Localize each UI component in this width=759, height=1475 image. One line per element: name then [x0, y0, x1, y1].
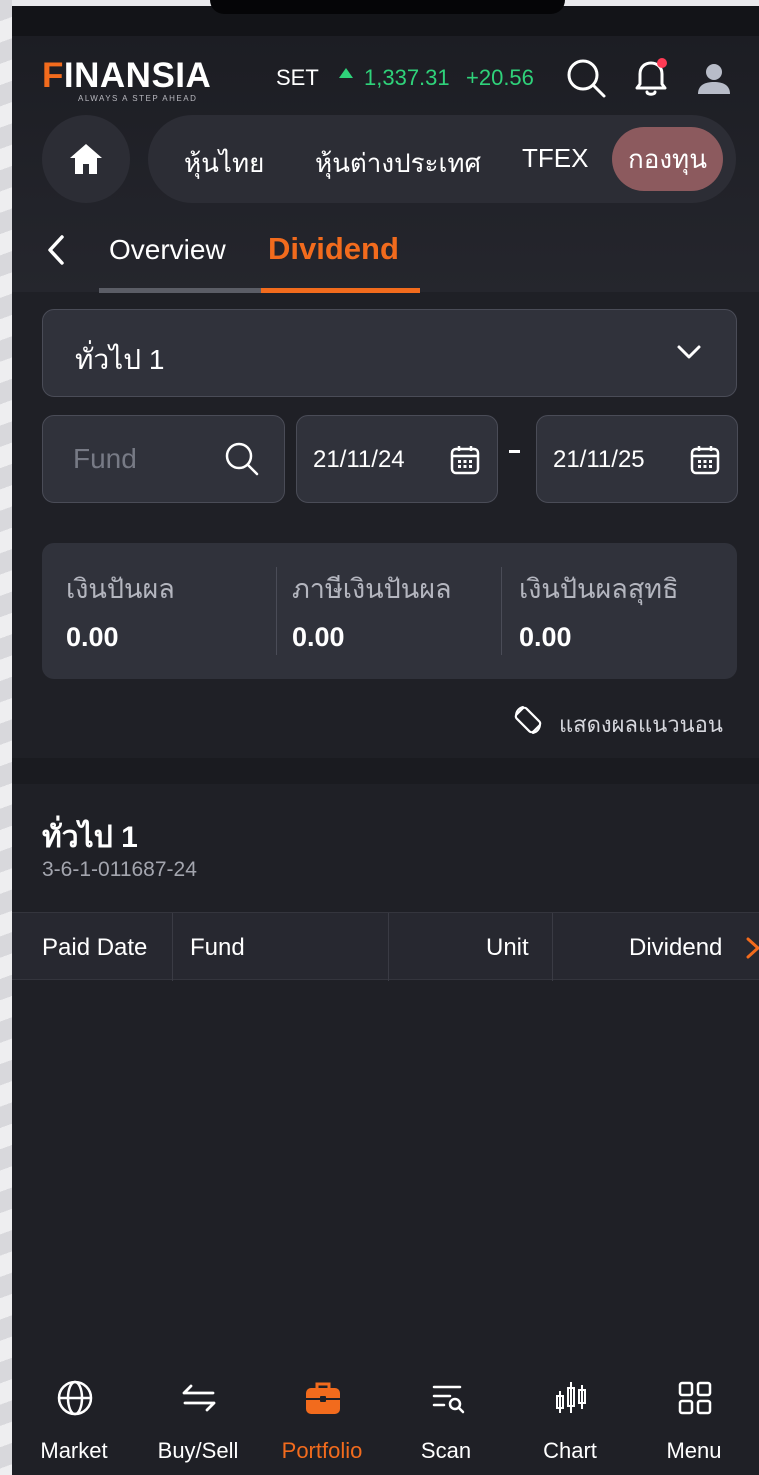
- bottom-nav-label: Buy/Sell: [157, 1438, 239, 1463]
- bottom-nav-market[interactable]: Market: [12, 1371, 136, 1475]
- summary-label: เงินปันผลสุทธิ: [519, 574, 679, 604]
- column-paid-date[interactable]: Paid Date: [42, 934, 147, 962]
- search-icon[interactable]: [564, 56, 608, 100]
- summary-net-dividend: เงินปันผลสุทธิ 0.00: [519, 567, 679, 653]
- globe-icon: [57, 1380, 93, 1416]
- account-dropdown[interactable]: ทั่วไป 1: [42, 309, 737, 397]
- nav-foreign-stocks[interactable]: หุ้นต่างประเทศ: [315, 143, 481, 184]
- summary-divider: [276, 567, 277, 655]
- date-from-value: 21/11/24: [313, 446, 405, 473]
- account-number: 3-6-1-011687-24: [42, 858, 197, 881]
- market-nav: หุ้นไทย หุ้นต่างประเทศ TFEX กองทุน: [148, 115, 736, 203]
- summary-value: 0.00: [519, 622, 572, 652]
- summary-dividend: เงินปันผล 0.00: [66, 567, 175, 653]
- bottom-nav-label: Chart: [543, 1438, 597, 1463]
- summary-label: ภาษีเงินปันผล: [292, 574, 452, 604]
- grid-icon: [678, 1381, 712, 1415]
- ticker-up-arrow-icon: [339, 68, 353, 78]
- bell-icon[interactable]: [629, 56, 673, 100]
- column-fund[interactable]: Fund: [190, 934, 245, 962]
- date-to-value: 21/11/25: [553, 446, 645, 473]
- bottom-nav-label: Scan: [420, 1438, 472, 1463]
- tab-overview[interactable]: Overview: [109, 234, 226, 266]
- bottom-nav-chart[interactable]: Chart: [508, 1371, 632, 1475]
- nav-thai-stocks[interactable]: หุ้นไทย: [184, 143, 264, 184]
- tab-underline-inactive: [99, 288, 261, 293]
- home-button[interactable]: [42, 115, 130, 203]
- nav-tfex[interactable]: TFEX: [522, 143, 588, 174]
- summary-dividend-tax: ภาษีเงินปันผล 0.00: [292, 567, 452, 653]
- bottom-nav-buysell[interactable]: Buy/Sell: [136, 1371, 260, 1475]
- chevron-down-icon: [677, 345, 701, 359]
- user-icon[interactable]: [692, 56, 736, 100]
- device-notch: [210, 0, 565, 14]
- back-arrow-icon[interactable]: [42, 232, 70, 268]
- calendar-icon: [690, 446, 720, 475]
- bottom-nav-menu[interactable]: Menu: [632, 1371, 756, 1475]
- summary-label: เงินปันผล: [66, 574, 175, 604]
- fund-search-box: [42, 415, 285, 503]
- rotate-screen-icon: [514, 706, 542, 734]
- background-pattern: [0, 0, 12, 1475]
- landscape-view-label: แสดงผลแนวนอน: [559, 712, 723, 737]
- bottom-nav-scan[interactable]: Scan: [384, 1371, 508, 1475]
- tab-dividend[interactable]: Dividend: [268, 231, 399, 267]
- finansia-logo: FINANSIA ALWAYS A STEP AHEAD: [42, 56, 247, 106]
- summary-value: 0.00: [66, 622, 119, 652]
- date-from-field[interactable]: 21/11/24: [296, 415, 498, 503]
- dividend-summary-card: เงินปันผล 0.00 ภาษีเงินปันผล 0.00 เงินปั…: [42, 543, 737, 679]
- nav-funds[interactable]: กองทุน: [612, 127, 723, 191]
- column-unit[interactable]: Unit: [486, 934, 529, 962]
- search-icon[interactable]: [223, 440, 261, 478]
- bottom-nav-label: Portfolio: [281, 1438, 363, 1463]
- logo-text: FINANSIA: [42, 56, 211, 96]
- briefcase-icon: [306, 1382, 340, 1414]
- dividend-table-header: Paid Date Fund Unit Dividend: [12, 912, 759, 981]
- header: FINANSIA ALWAYS A STEP AHEAD SET 1,337.3…: [12, 6, 759, 293]
- summary-divider: [501, 567, 502, 655]
- account-name: ทั่วไป 1: [42, 821, 138, 854]
- date-range-separator: [509, 450, 520, 453]
- ticker-change: +20.56: [466, 65, 534, 90]
- logo-rest: INANSIA: [63, 56, 212, 95]
- calendar-icon: [450, 446, 480, 475]
- ticker-label: SET: [276, 65, 319, 90]
- column-divider: [172, 913, 173, 981]
- notification-dot: [657, 58, 667, 68]
- account-dropdown-value: ทั่วไป 1: [75, 344, 165, 375]
- column-divider: [552, 913, 553, 981]
- fund-search-input[interactable]: [73, 438, 223, 480]
- column-dividend[interactable]: Dividend: [629, 934, 722, 962]
- bottom-nav: Market Buy/Sell Portfolio Scan Chart Men…: [12, 1371, 759, 1475]
- section-divider: [12, 758, 759, 784]
- bottom-nav-label: Menu: [666, 1438, 722, 1463]
- bottom-nav-label: Market: [40, 1438, 108, 1463]
- column-divider: [388, 913, 389, 981]
- candlestick-icon: [556, 1382, 586, 1413]
- home-icon: [70, 144, 102, 174]
- ticker-value: 1,337.31: [364, 65, 450, 90]
- logo-f-mark: F: [42, 56, 64, 95]
- swap-icon: [182, 1384, 216, 1412]
- date-to-field[interactable]: 21/11/25: [536, 415, 738, 503]
- summary-value: 0.00: [292, 622, 345, 652]
- scan-icon: [432, 1385, 465, 1414]
- tab-underline-active: [261, 288, 420, 293]
- bottom-nav-portfolio[interactable]: Portfolio: [260, 1371, 384, 1475]
- app-screen: FINANSIA ALWAYS A STEP AHEAD SET 1,337.3…: [12, 6, 759, 1475]
- logo-tagline: ALWAYS A STEP AHEAD: [78, 94, 198, 103]
- chevron-right-icon[interactable]: [746, 937, 759, 959]
